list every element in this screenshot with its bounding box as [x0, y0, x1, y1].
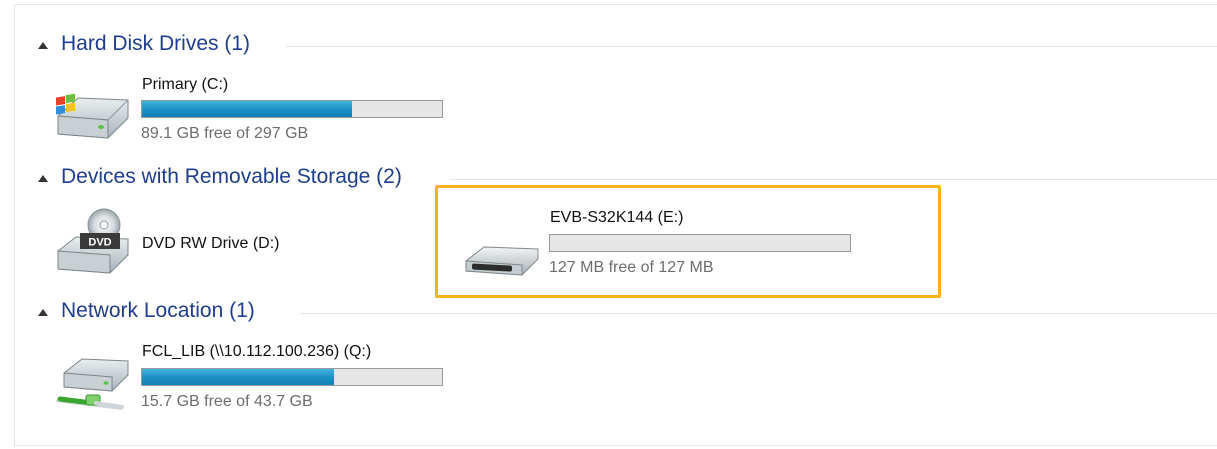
drive-item-dvd-d[interactable]: DVD DVD RW Drive (D:) [52, 207, 352, 277]
group-title: Devices with Removable Storage (2) [61, 165, 402, 188]
collapse-triangle-icon[interactable] [38, 309, 48, 316]
collapse-triangle-icon[interactable] [38, 175, 48, 182]
group-divider [450, 179, 1217, 180]
drive-name: Primary (C:) [142, 76, 229, 93]
selection-highlight-box [435, 185, 941, 298]
free-space-text: 89.1 GB free of 297 GB [141, 125, 309, 142]
group-header-network-location[interactable]: Network Location (1) [38, 299, 1217, 327]
drive-name: FCL_LIB (\\10.112.100.236) (Q:) [142, 343, 372, 360]
hard-disk-windows-icon [56, 93, 129, 139]
capacity-bar-fill [142, 369, 334, 385]
group-divider [300, 313, 1217, 314]
capacity-bar-fill [142, 101, 352, 117]
free-space-text: 15.7 GB free of 43.7 GB [141, 393, 313, 410]
dvd-label: DVD [88, 237, 111, 249]
drive-name: DVD RW Drive (D:) [142, 235, 280, 252]
group-title: Network Location (1) [61, 299, 255, 322]
dvd-drive-icon: DVD [57, 208, 129, 274]
group-divider [286, 46, 1217, 47]
group-header-hard-disk-drives[interactable]: Hard Disk Drives (1) [38, 32, 1217, 60]
capacity-bar [141, 368, 443, 386]
drive-item-primary-c[interactable]: Primary (C:) 89.1 GB free of 297 GB [52, 76, 452, 146]
network-drive-icon [55, 358, 129, 410]
drive-item-fcl-lib-q[interactable]: FCL_LIB (\\10.112.100.236) (Q:) 15.7 GB … [52, 343, 452, 413]
collapse-triangle-icon[interactable] [38, 42, 48, 49]
group-title: Hard Disk Drives (1) [61, 32, 251, 55]
capacity-bar [141, 100, 443, 118]
